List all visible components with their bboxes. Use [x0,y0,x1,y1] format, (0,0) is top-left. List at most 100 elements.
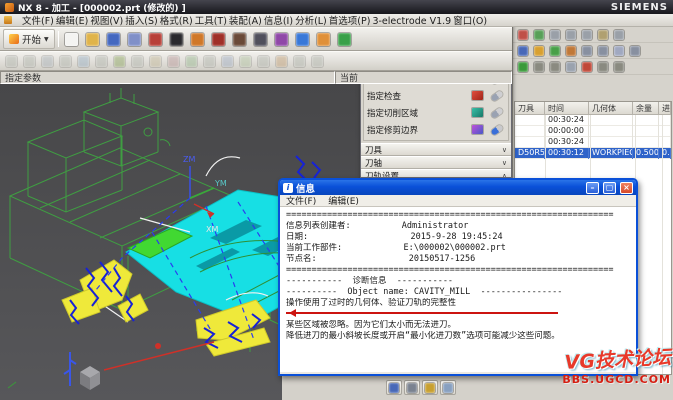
menu-item-10[interactable]: 3-electrode V1.9 [371,16,452,27]
info-content[interactable]: ========================================… [280,207,636,372]
paste-object-icon[interactable] [147,53,164,69]
command-finder-icon[interactable] [125,29,145,49]
start-button[interactable]: 开始 ▼ [3,29,55,49]
sketch-icon[interactable] [293,29,313,49]
copy-path-icon[interactable] [627,44,642,58]
section-path-settings[interactable]: 刀轨设置 ∧ [361,169,511,178]
menu-item-0[interactable]: 文件(F) [21,16,55,27]
column-header-stock[interactable]: 余量 [633,102,659,115]
unapprove-path-icon[interactable] [531,60,546,74]
curve-tool-icon[interactable] [335,29,355,49]
verify-toolpath-icon[interactable] [237,53,254,69]
fit-view-icon[interactable] [531,28,546,42]
create-method-icon[interactable] [57,53,74,69]
layer-settings-icon[interactable] [611,28,626,42]
edit-display-icon[interactable] [531,44,546,58]
menu-item-5[interactable]: 工具(T) [194,16,228,27]
zoom-view-icon[interactable] [547,28,562,42]
show-tool-icon[interactable] [515,44,530,58]
shop-doc-icon[interactable] [291,53,308,69]
machine-sim-icon[interactable] [309,53,326,69]
lock-axis-icon[interactable] [579,44,594,58]
menu-item-3[interactable]: 插入(S) [124,16,158,27]
tool-animation-icon[interactable] [563,44,578,58]
batch-output-icon[interactable] [547,60,562,74]
refresh-view-icon[interactable] [515,28,530,42]
column-header-geometry[interactable]: 几何体 [589,102,633,115]
menu-item-6[interactable]: 装配(A) [228,16,263,27]
menu-item-2[interactable]: 视图(V) [89,16,124,27]
post-process-icon[interactable] [273,53,290,69]
display-cut-area-button[interactable] [488,106,505,119]
verify-gouge-icon[interactable] [547,44,562,58]
feedback-icon[interactable] [595,60,610,74]
select-cut-area-button[interactable] [469,106,486,119]
delete-object-icon[interactable] [165,53,182,69]
generate-toolpath-icon[interactable] [183,53,200,69]
column-header-time[interactable]: 时间 [545,102,589,115]
filter-icon[interactable] [611,60,626,74]
create-geometry-icon[interactable] [39,53,56,69]
list-toolpath-icon[interactable] [255,53,272,69]
window-screen-icon[interactable] [146,29,166,49]
replay-icon[interactable] [404,380,420,395]
section-tool[interactable]: 刀具 ∨ [361,143,511,156]
create-tool-icon[interactable] [21,53,38,69]
menu-item-1[interactable]: 编辑(E) [55,16,89,27]
approve-path-icon[interactable] [515,60,530,74]
shaded-view-icon[interactable] [167,29,187,49]
assembly-constraint-icon[interactable] [230,29,250,49]
close-button[interactable]: × [620,182,633,194]
true-shading-icon[interactable] [209,29,229,49]
transform-path-icon[interactable] [595,44,610,58]
table-row[interactable]: 00:00:00 [515,126,671,137]
menu-item-8[interactable]: 分析(L) [294,16,328,27]
copy-object-icon[interactable] [129,53,146,69]
pan-view-icon[interactable] [563,28,578,42]
select-check-button[interactable] [469,89,486,102]
column-header-tool[interactable]: 刀具 [515,102,545,115]
info-menu-file[interactable]: 文件(F) [285,194,317,207]
output-list-icon[interactable] [440,380,456,395]
title-bar[interactable]: NX 8 - 加工 - [000002.prt (修改的) ] SIEMENS [0,0,673,14]
info-menu-edit[interactable]: 编辑(E) [327,194,360,207]
move-component-icon[interactable] [272,29,292,49]
snapshot-icon[interactable] [595,28,610,42]
table-row-selected[interactable]: D50R5 00:30:12 WORKPIECE 0.500 0.2 [515,148,671,159]
cut-object-icon[interactable] [111,53,128,69]
create-operation-icon[interactable] [75,53,92,69]
menu-item-4[interactable]: 格式(R) [159,16,194,27]
parallel-generate-icon[interactable] [201,53,218,69]
new-part-icon[interactable] [62,29,82,49]
approve-path-icon [518,62,528,72]
menu-item-11[interactable]: 窗口(O) [452,16,488,27]
replay-toolpath-icon[interactable] [219,53,236,69]
column-header-feed[interactable]: 进给 [659,102,671,115]
verify-colormap-icon[interactable] [422,380,438,395]
datum-plane-icon[interactable] [314,29,334,49]
edit-object-icon[interactable] [93,53,110,69]
signal-lamp-icon[interactable] [579,60,594,74]
menu-item-9[interactable]: 首选项(P) [328,16,372,27]
minimize-button[interactable]: – [586,182,599,194]
flashlight-icon [490,124,503,136]
menu-item-7[interactable]: 信息(I) [263,16,294,27]
maximize-button[interactable]: ▢ [603,182,616,194]
open-icon[interactable] [83,29,103,49]
show-tool-path-icon[interactable] [386,380,402,395]
display-trim-button[interactable] [488,123,505,136]
info-title-bar[interactable]: i 信息 – ▢ × [280,180,636,195]
visual-style-icon[interactable] [188,29,208,49]
rotate-view-icon[interactable] [579,28,594,42]
save-icon[interactable] [104,29,124,49]
table-row[interactable]: 00:30:24 [515,115,671,126]
grid-list-icon[interactable] [563,60,578,74]
table-row[interactable]: 00:30:24 [515,137,671,148]
report-shortest-icon[interactable] [611,44,626,58]
create-program-icon[interactable] [3,53,20,69]
view-cube-icon[interactable] [251,29,271,49]
display-check-button[interactable] [488,89,505,102]
navigator-header[interactable]: 刀具 时间 几何体 余量 进给 [515,102,671,115]
select-trim-button[interactable] [469,123,486,136]
section-tool-axis[interactable]: 刀轴 ∨ [361,156,511,169]
